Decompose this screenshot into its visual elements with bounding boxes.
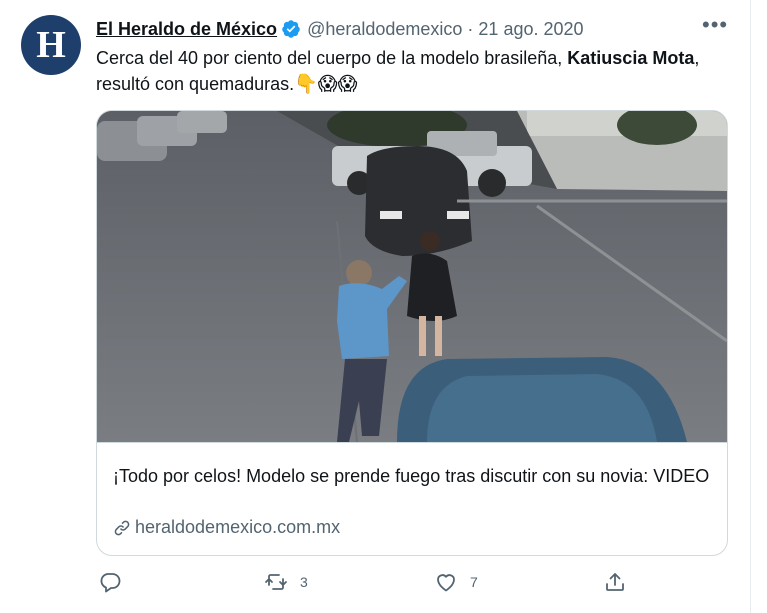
share-icon [606, 573, 624, 591]
tweet-header: El Heraldo de México @heraldodemexico · … [96, 17, 584, 41]
tweet-emojis: 👇😱😱 [294, 74, 358, 95]
link-card[interactable]: ¡Todo por celos! Modelo se prende fuego … [96, 110, 728, 556]
reply-button[interactable] [98, 570, 134, 594]
timeline-border [750, 0, 751, 613]
tweet-actions: 3 7 [96, 570, 736, 596]
retweet-icon [265, 574, 287, 590]
card-title[interactable]: ¡Todo por celos! Modelo se prende fuego … [113, 463, 713, 489]
retweet-button[interactable]: 3 [264, 570, 308, 594]
tweet-text-bold: Katiuscia Mota [567, 48, 695, 68]
handle[interactable]: @heraldodemexico [307, 19, 462, 40]
card-image-scene [97, 111, 727, 442]
tweet-date[interactable]: 21 ago. 2020 [478, 19, 583, 40]
tweet-text: Cerca del 40 por ciento del cuerpo de la… [96, 45, 726, 98]
tweet-text-part: Cerca del 40 por ciento del cuerpo de la… [96, 48, 568, 68]
separator-dot: · [467, 18, 474, 39]
like-button[interactable]: 7 [434, 570, 478, 594]
like-count: 7 [470, 574, 478, 590]
card-image[interactable] [97, 111, 727, 442]
link-icon [114, 520, 130, 535]
retweet-count: 3 [300, 574, 308, 590]
display-name[interactable]: El Heraldo de México [96, 19, 277, 40]
share-button[interactable] [603, 570, 627, 594]
card-body[interactable]: ¡Todo por celos! Modelo se prende fuego … [97, 442, 727, 555]
card-domain-text: heraldodemexico.com.mx [135, 517, 341, 537]
reply-icon [100, 573, 121, 593]
avatar-logo-letter: H [36, 24, 66, 66]
tweet[interactable]: H El Heraldo de México @heraldodemexico … [0, 0, 767, 613]
avatar[interactable]: H [21, 15, 81, 75]
more-icon[interactable]: ••• [702, 14, 728, 36]
card-domain[interactable]: heraldodemexico.com.mx [113, 517, 340, 538]
like-icon [437, 574, 455, 592]
verified-badge-icon [282, 20, 300, 38]
